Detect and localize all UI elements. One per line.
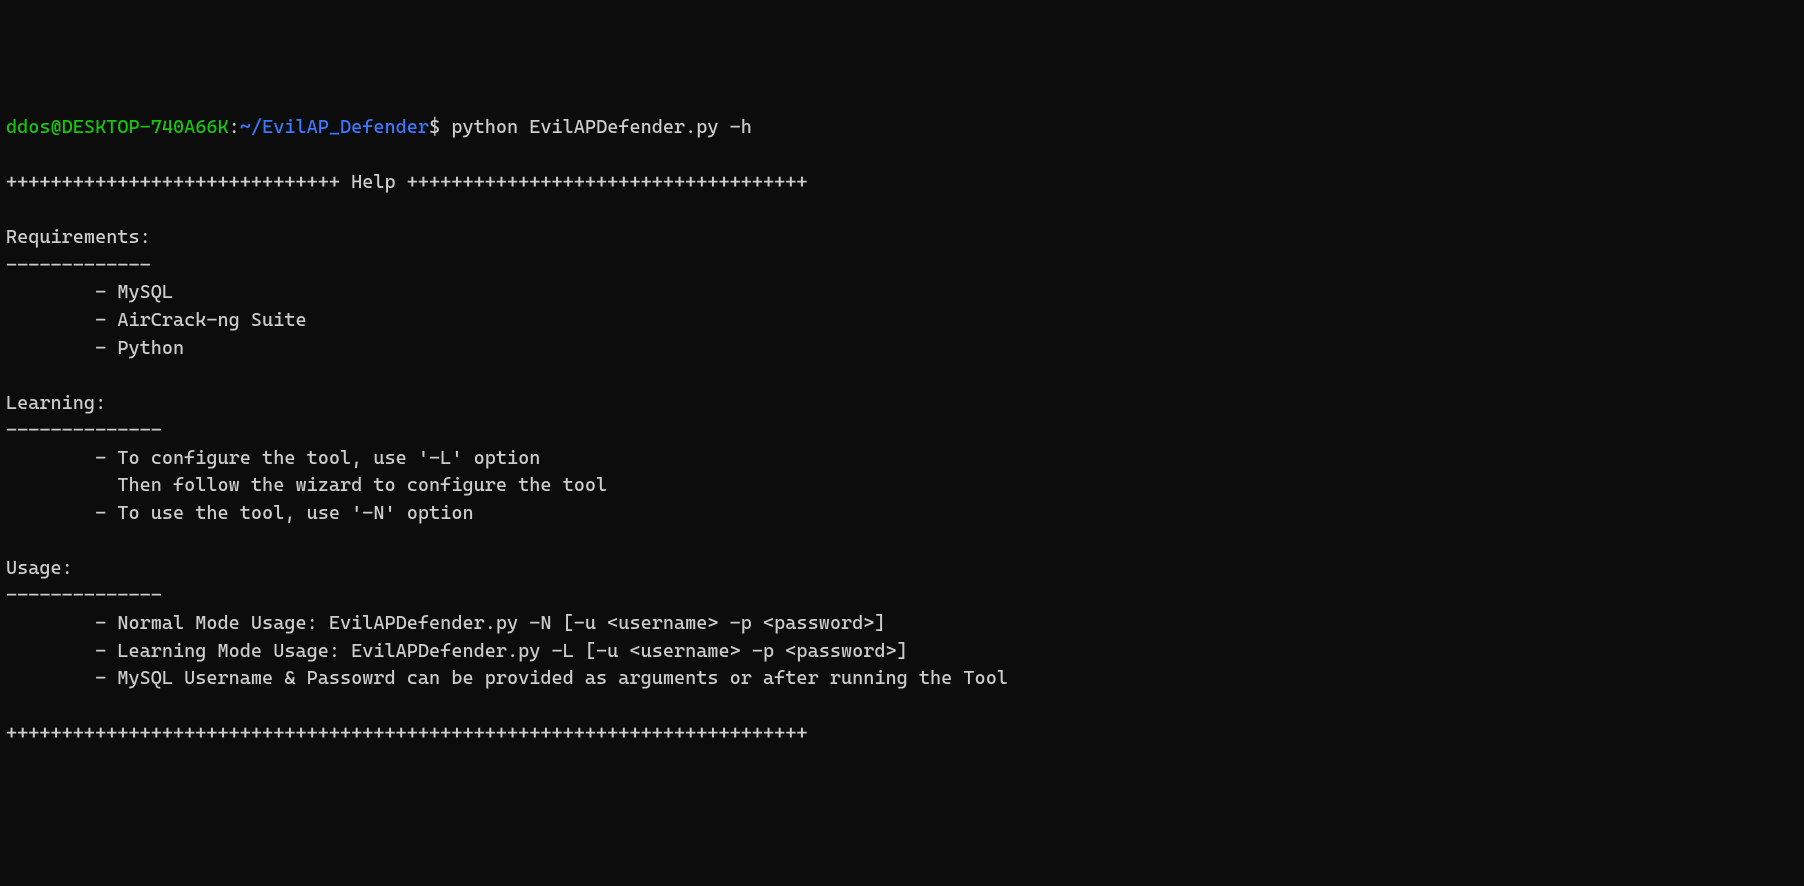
usage-item: - Learning Mode Usage: EvilAPDefender.py… [6,640,908,662]
requirements-title: Requirements: [6,226,151,248]
help-header: ++++++++++++++++++++++++++++++ Help ++++… [6,171,808,193]
learning-item: - To configure the tool, use '-L' option [6,447,540,469]
usage-item: - MySQL Username & Passowrd can be provi… [6,667,1008,689]
learning-title: Learning: [6,392,106,414]
usage-dashes: -------------- [6,584,162,606]
prompt-dollar: $ [429,116,440,138]
requirement-item: - MySQL [6,281,173,303]
terminal-window[interactable]: ddos@DESKTOP-740A66K:~/EvilAP_Defender$ … [6,114,1798,748]
requirement-item: - AirCrack-ng Suite [6,309,307,331]
prompt-line: ddos@DESKTOP-740A66K:~/EvilAP_Defender$ … [6,116,752,138]
learning-item: Then follow the wizard to configure the … [6,474,607,496]
usage-item: - Normal Mode Usage: EvilAPDefender.py -… [6,612,886,634]
requirements-dashes: ------------- [6,254,151,276]
requirement-item: - Python [6,337,184,359]
prompt-user: ddos@DESKTOP-740A66K [6,116,229,138]
usage-title: Usage: [6,557,73,579]
prompt-colon: : [229,116,240,138]
learning-item: - To use the tool, use '-N' option [6,502,474,524]
command-input[interactable]: python EvilAPDefender.py -h [440,116,752,138]
prompt-path: ~/EvilAP_Defender [240,116,429,138]
learning-dashes: -------------- [6,419,162,441]
help-footer: ++++++++++++++++++++++++++++++++++++++++… [6,722,808,744]
